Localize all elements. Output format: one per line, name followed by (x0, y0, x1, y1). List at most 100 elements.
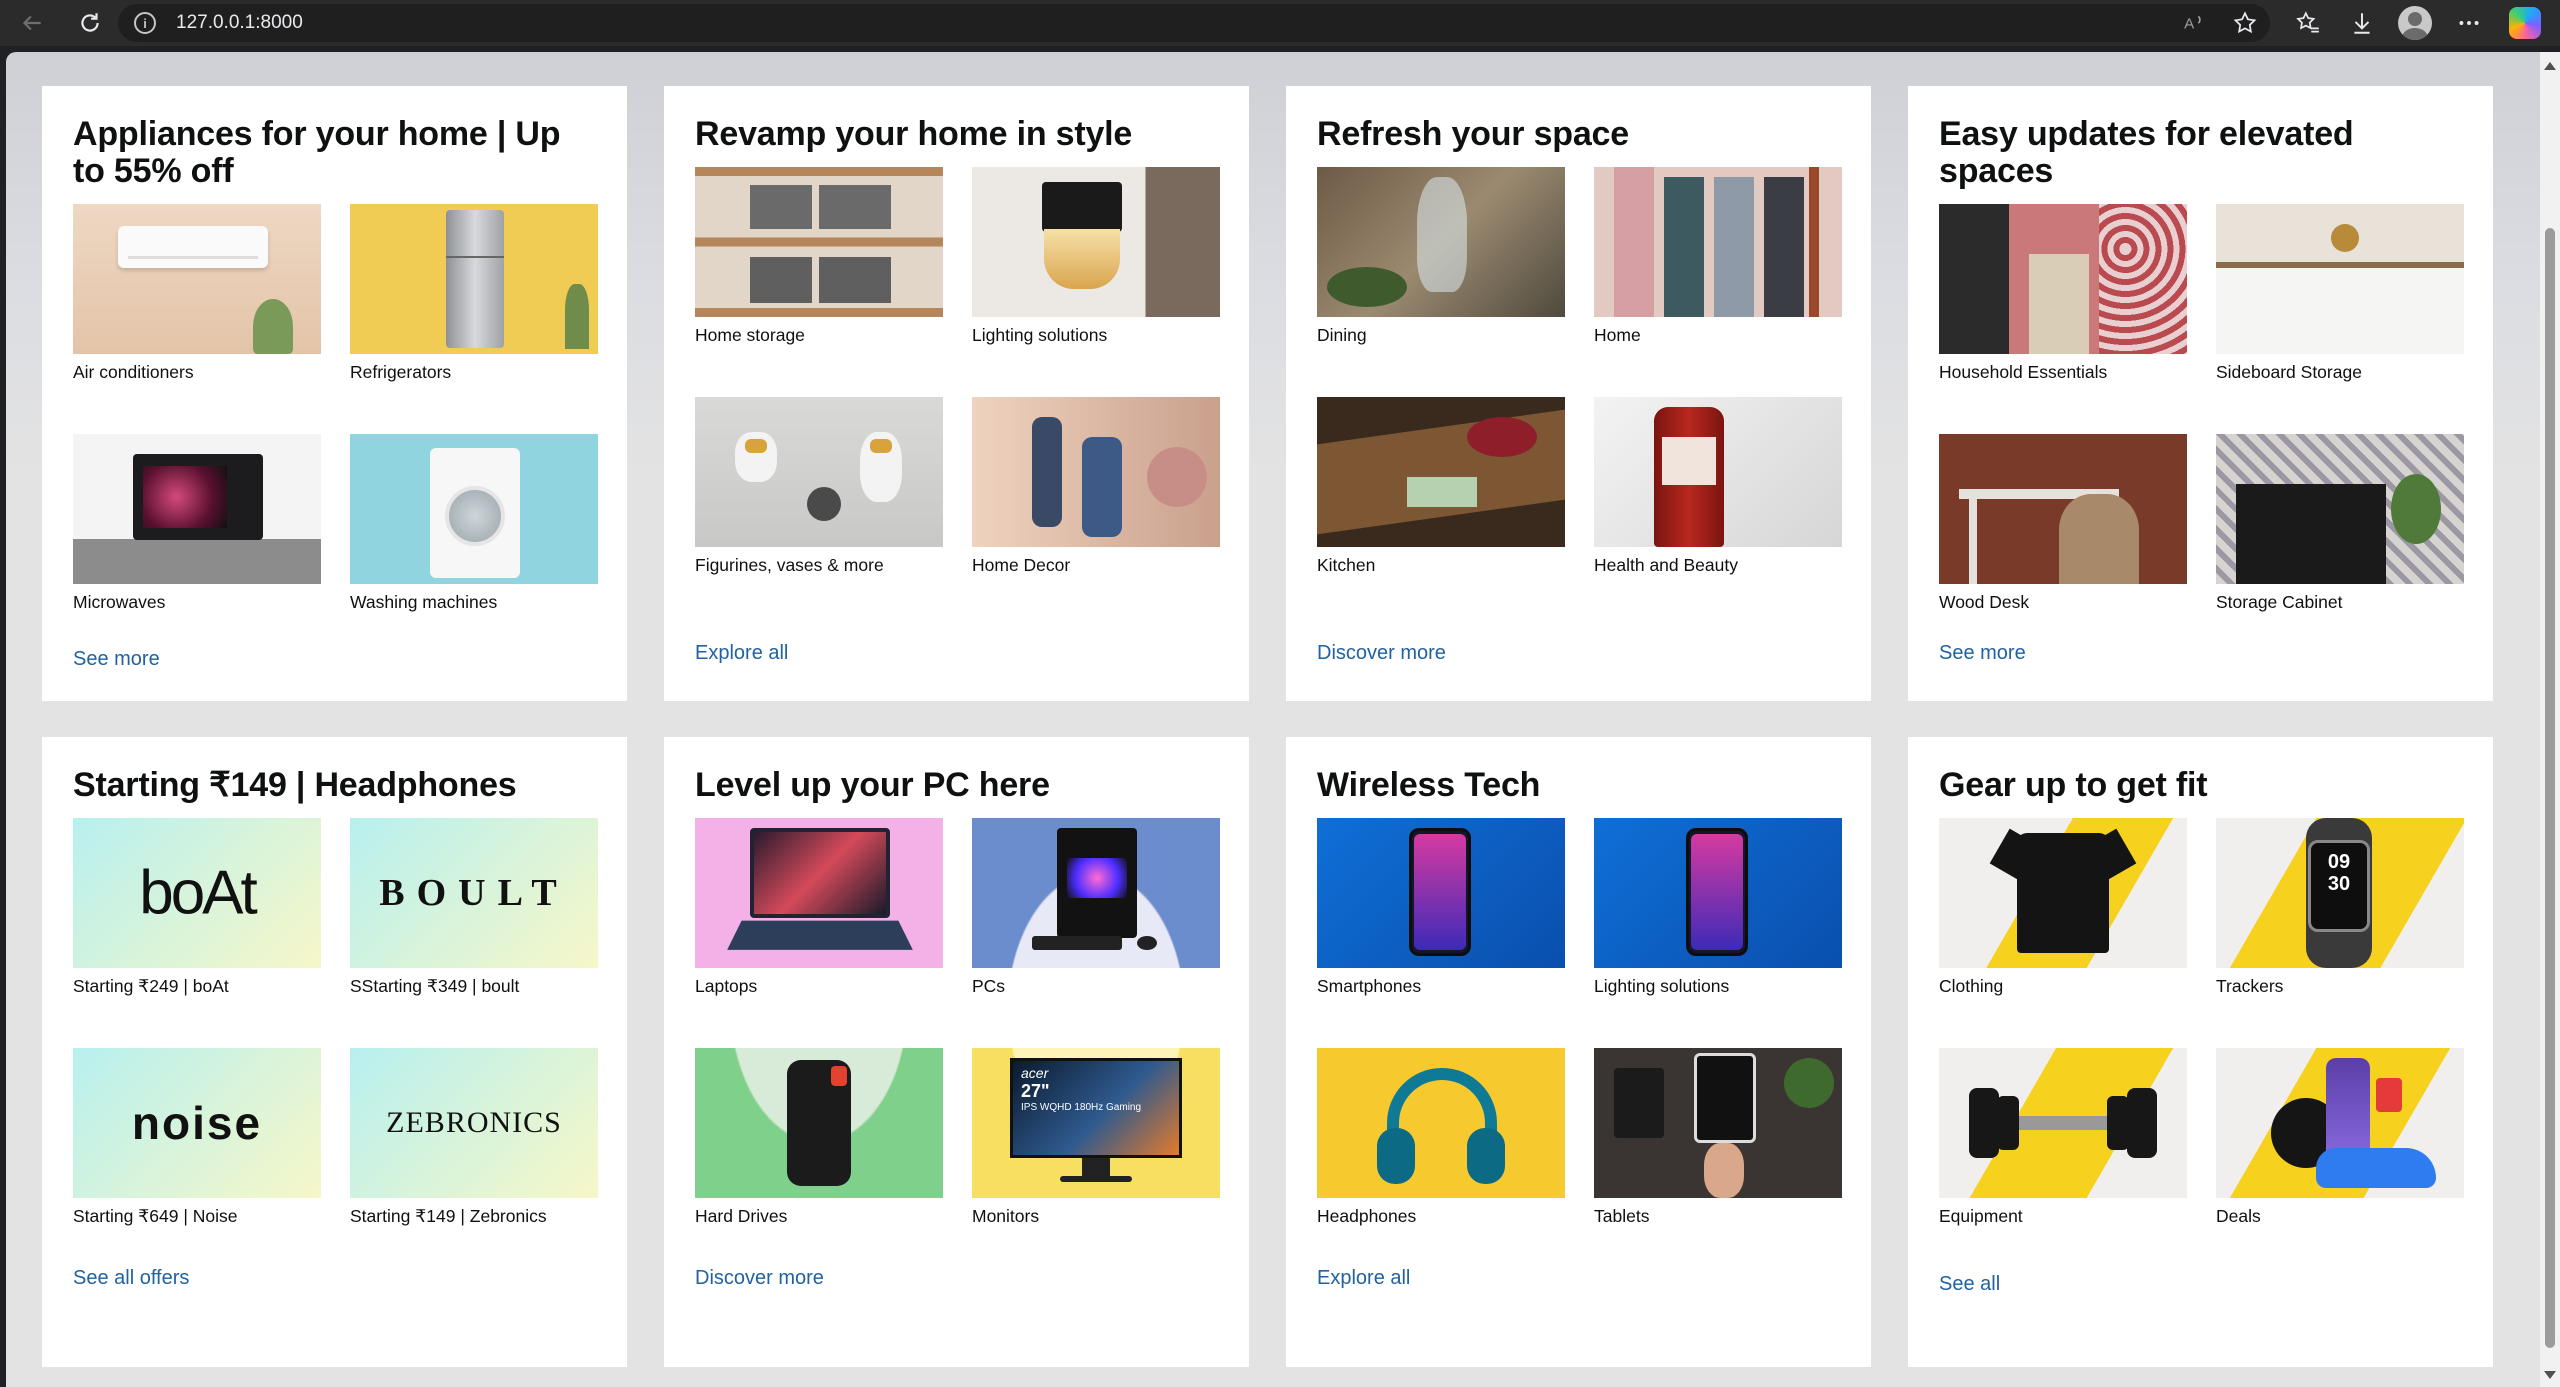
tile-caption: Washing machines (350, 592, 498, 612)
card-appliances: Appliances for your home | Up to 55% off… (42, 86, 627, 701)
headphones-image (1317, 1048, 1565, 1198)
tile-lighting-solutions-phone[interactable]: Lighting solutions (1594, 818, 1842, 1048)
card-title: Revamp your home in style (695, 115, 1133, 153)
tile-caption: Microwaves (73, 592, 166, 612)
favorites-icon[interactable] (2291, 6, 2325, 40)
tile-caption: Home storage (695, 325, 805, 345)
home-storage-image (695, 167, 943, 317)
explore-all-link[interactable]: Explore all (695, 642, 788, 665)
health-beauty-image (1594, 397, 1842, 547)
card-wireless-tech: Wireless Tech Smartphones Lighting solut… (1286, 737, 1871, 1367)
clothing-image (1939, 818, 2187, 968)
tile-zebronics[interactable]: ZEBRONICS Starting ₹149 | Zebronics (350, 1048, 598, 1278)
tile-caption: Household Essentials (1939, 362, 2108, 382)
tile-clothing[interactable]: Clothing (1939, 818, 2187, 1048)
card-title: Wireless Tech (1317, 766, 1541, 804)
tile-monitors[interactable]: acer 27" IPS WQHD 180Hz Gaming Monitors (972, 1048, 1220, 1278)
tile-home-decor[interactable]: Home Decor (972, 397, 1220, 627)
tracker-image: 09 30 (2216, 818, 2464, 968)
storage-cabinet-image (2216, 434, 2464, 584)
reload-icon[interactable] (70, 3, 110, 43)
see-more-link[interactable]: See more (73, 648, 160, 671)
card-title: Gear up to get fit (1939, 766, 2208, 804)
card-pc: Level up your PC here Laptops PCs Hard D… (664, 737, 1249, 1367)
tile-washing-machines[interactable]: Washing machines (350, 434, 598, 664)
discover-more-link[interactable]: Discover more (1317, 642, 1446, 665)
tile-caption: Refrigerators (350, 362, 452, 382)
tile-caption: PCs (972, 976, 1006, 996)
tile-deals[interactable]: Deals (2216, 1048, 2464, 1278)
boult-logo-image: BOULT (350, 818, 598, 968)
boat-logo: boAt (139, 858, 258, 928)
tile-laptops[interactable]: Laptops (695, 818, 943, 1048)
tile-caption: Tablets (1594, 1206, 1650, 1226)
tile-sideboard-storage[interactable]: Sideboard Storage (2216, 204, 2464, 434)
copilot-icon[interactable] (2508, 6, 2542, 40)
see-all-link[interactable]: See all (1939, 1273, 2000, 1296)
tile-kitchen[interactable]: Kitchen (1317, 397, 1565, 627)
card-grid: Appliances for your home | Up to 55% off… (42, 86, 2493, 1367)
boult-logo: BOULT (379, 872, 569, 914)
household-essentials-image (1939, 204, 2187, 354)
tile-dining[interactable]: Dining (1317, 167, 1565, 397)
tile-trackers[interactable]: 09 30 Trackers (2216, 818, 2464, 1048)
tracker-hour: 09 (2327, 851, 2351, 873)
card-gear-fit: Gear up to get fit Clothing 09 30 Tracke… (1908, 737, 2493, 1367)
tile-air-conditioners[interactable]: Air conditioners (73, 204, 321, 434)
home-decor-image (972, 397, 1220, 547)
tile-caption: Storage Cabinet (2216, 592, 2343, 612)
see-more-link[interactable]: See more (1939, 642, 2026, 665)
favorite-star-icon[interactable] (2228, 6, 2262, 40)
address-bar[interactable]: i 127.0.0.1:8000 (118, 4, 2270, 42)
tile-lighting-solutions[interactable]: Lighting solutions (972, 167, 1220, 397)
tile-boult[interactable]: BOULT SStarting ₹349 | boult (350, 818, 598, 1048)
vertical-scrollbar[interactable] (2540, 52, 2560, 1387)
tile-microwaves[interactable]: Microwaves (73, 434, 321, 664)
tile-caption: Equipment (1939, 1206, 2023, 1226)
noise-logo: noise (131, 1097, 263, 1149)
tile-headphones[interactable]: Headphones (1317, 1048, 1565, 1278)
tile-wood-desk[interactable]: Wood Desk (1939, 434, 2187, 664)
tile-caption: Health and Beauty (1594, 555, 1738, 575)
tile-noise[interactable]: noise Starting ₹649 | Noise (73, 1048, 321, 1278)
see-all-offers-link[interactable]: See all offers (73, 1267, 189, 1290)
tile-home-storage[interactable]: Home storage (695, 167, 943, 397)
tile-refrigerators[interactable]: Refrigerators (350, 204, 598, 434)
tile-smartphones[interactable]: Smartphones (1317, 818, 1565, 1048)
tile-caption: Monitors (972, 1206, 1040, 1226)
tile-equipment[interactable]: Equipment (1939, 1048, 2187, 1278)
tile-pcs[interactable]: PCs (972, 818, 1220, 1048)
card-title: Starting ₹149 | Headphones (73, 766, 517, 804)
page-viewport: Appliances for your home | Up to 55% off… (6, 52, 2540, 1387)
tile-boat[interactable]: boAt Starting ₹249 | boAt (73, 818, 321, 1048)
tile-hard-drives[interactable]: Hard Drives (695, 1048, 943, 1278)
noise-logo-image: noise (73, 1048, 321, 1198)
tile-tablets[interactable]: Tablets (1594, 1048, 1842, 1278)
scroll-down-icon[interactable] (2544, 1371, 2556, 1379)
back-arrow-icon[interactable] (12, 3, 52, 43)
tile-caption: Deals (2216, 1206, 2261, 1226)
monitor-image: acer 27" IPS WQHD 180Hz Gaming (972, 1048, 1220, 1198)
tile-caption: Sideboard Storage (2216, 362, 2362, 382)
tile-household-essentials[interactable]: Household Essentials (1939, 204, 2187, 434)
figurines-image (695, 397, 943, 547)
tile-caption: Trackers (2216, 976, 2284, 996)
tile-storage-cabinet[interactable]: Storage Cabinet (2216, 434, 2464, 664)
explore-all-link[interactable]: Explore all (1317, 1267, 1410, 1290)
tile-caption: Wood Desk (1939, 592, 2030, 612)
site-info-icon[interactable]: i (134, 12, 156, 34)
scrollbar-thumb[interactable] (2545, 228, 2555, 1348)
card-refresh-space: Refresh your space Dining Home Kitchen H… (1286, 86, 1871, 701)
smartphone-image-2 (1594, 818, 1842, 968)
tile-health-beauty[interactable]: Health and Beauty (1594, 397, 1842, 627)
read-aloud-icon[interactable]: A (2178, 6, 2212, 40)
tile-figurines[interactable]: Figurines, vases & more (695, 397, 943, 627)
download-icon[interactable] (2345, 6, 2379, 40)
discover-more-link[interactable]: Discover more (695, 1267, 824, 1290)
tile-caption: Starting ₹249 | boAt (73, 976, 229, 996)
tile-home[interactable]: Home (1594, 167, 1842, 397)
more-menu-icon[interactable] (2452, 6, 2486, 40)
card-title: Appliances for your home | Up to 55% off (73, 115, 561, 190)
scroll-up-icon[interactable] (2544, 62, 2556, 70)
profile-avatar[interactable] (2398, 6, 2432, 40)
